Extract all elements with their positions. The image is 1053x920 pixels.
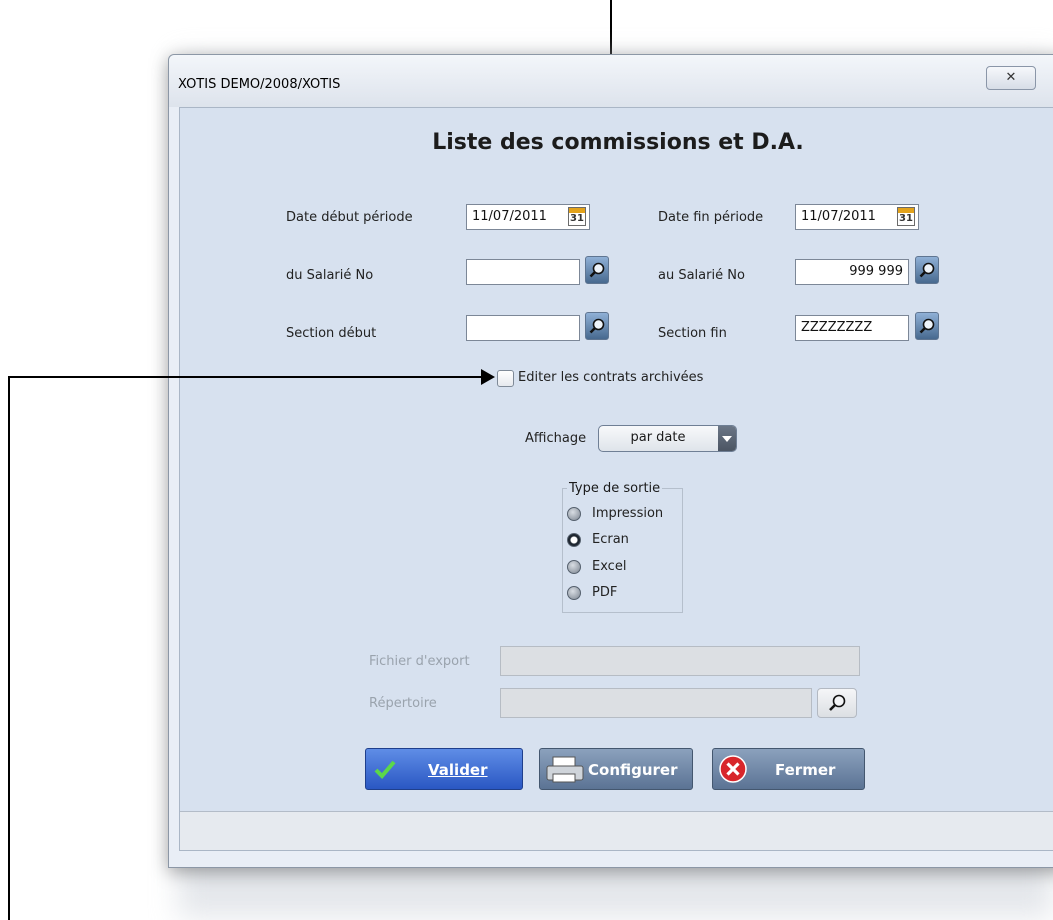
salarie-du-search-button[interactable] (585, 256, 609, 284)
title-bar: XOTIS DEMO/2008/XOTIS ✕ (169, 55, 1053, 107)
close-button[interactable]: ✕ (986, 66, 1036, 90)
magnifier-icon (589, 318, 605, 334)
annotation-arrow-vertical-2 (8, 376, 10, 920)
section-fin-field[interactable]: ZZZZZZZZ (795, 315, 909, 341)
radio-pdf-label: PDF (592, 585, 618, 600)
checkmark-icon (374, 760, 396, 779)
date-debut-field[interactable]: 11/07/2011 31 (466, 204, 590, 230)
chevron-down-icon[interactable] (718, 426, 736, 451)
configurer-button[interactable]: Configurer (539, 748, 693, 790)
fermer-button[interactable]: Fermer (712, 748, 865, 790)
salarie-au-label: au Salarié No (658, 268, 745, 283)
radio-excel-label: Excel (592, 559, 627, 574)
magnifier-icon (829, 694, 846, 711)
radio-pdf[interactable] (567, 586, 581, 600)
radio-impression[interactable] (567, 507, 581, 521)
output-type-title: Type de sortie (567, 481, 663, 496)
salarie-du-field[interactable] (466, 259, 580, 285)
printer-icon (546, 756, 584, 783)
salarie-du-label: du Salarié No (286, 268, 374, 283)
annotation-arrow-horizontal (8, 376, 484, 378)
repertoire-field[interactable] (500, 688, 812, 718)
section-fin-search-button[interactable] (915, 312, 939, 340)
archive-checkbox-label: Editer les contrats archivées (518, 370, 704, 385)
fichier-export-label: Fichier d'export (369, 654, 470, 669)
section-fin-label: Section fin (658, 326, 727, 341)
radio-excel[interactable] (567, 560, 581, 574)
affichage-value: par date (630, 430, 686, 445)
archive-checkbox[interactable] (497, 370, 514, 387)
date-fin-label: Date fin période (658, 210, 764, 225)
radio-ecran[interactable] (567, 533, 581, 547)
page-title: Liste des commissions et D.A. (432, 130, 804, 155)
valider-button[interactable]: Valider (365, 748, 523, 790)
repertoire-label: Répertoire (369, 696, 437, 711)
status-bar (180, 811, 1053, 850)
magnifier-icon (919, 318, 935, 334)
magnifier-icon (589, 262, 605, 278)
annotation-arrowhead-right (481, 369, 495, 385)
calendar-icon[interactable]: 31 (568, 207, 586, 226)
affichage-dropdown[interactable]: par date (598, 425, 737, 452)
close-icon (719, 755, 747, 783)
dialog-window: XOTIS DEMO/2008/XOTIS ✕ (168, 54, 1053, 868)
date-fin-field[interactable]: 11/07/2011 31 (795, 204, 919, 230)
calendar-icon[interactable]: 31 (897, 207, 915, 226)
radio-impression-label: Impression (592, 506, 664, 521)
magnifier-icon (919, 262, 935, 278)
fichier-export-field[interactable] (500, 646, 860, 676)
section-debut-field[interactable] (466, 315, 580, 341)
affichage-label: Affichage (525, 431, 587, 446)
section-debut-search-button[interactable] (585, 312, 609, 340)
salarie-au-search-button[interactable] (915, 256, 939, 284)
repertoire-browse-button[interactable] (817, 688, 857, 718)
date-debut-label: Date début période (286, 210, 413, 225)
section-debut-label: Section début (286, 326, 377, 341)
radio-ecran-label: Ecran (592, 532, 629, 547)
window-title: XOTIS DEMO/2008/XOTIS (178, 77, 341, 92)
salarie-au-field[interactable]: 999 999 (795, 259, 909, 285)
